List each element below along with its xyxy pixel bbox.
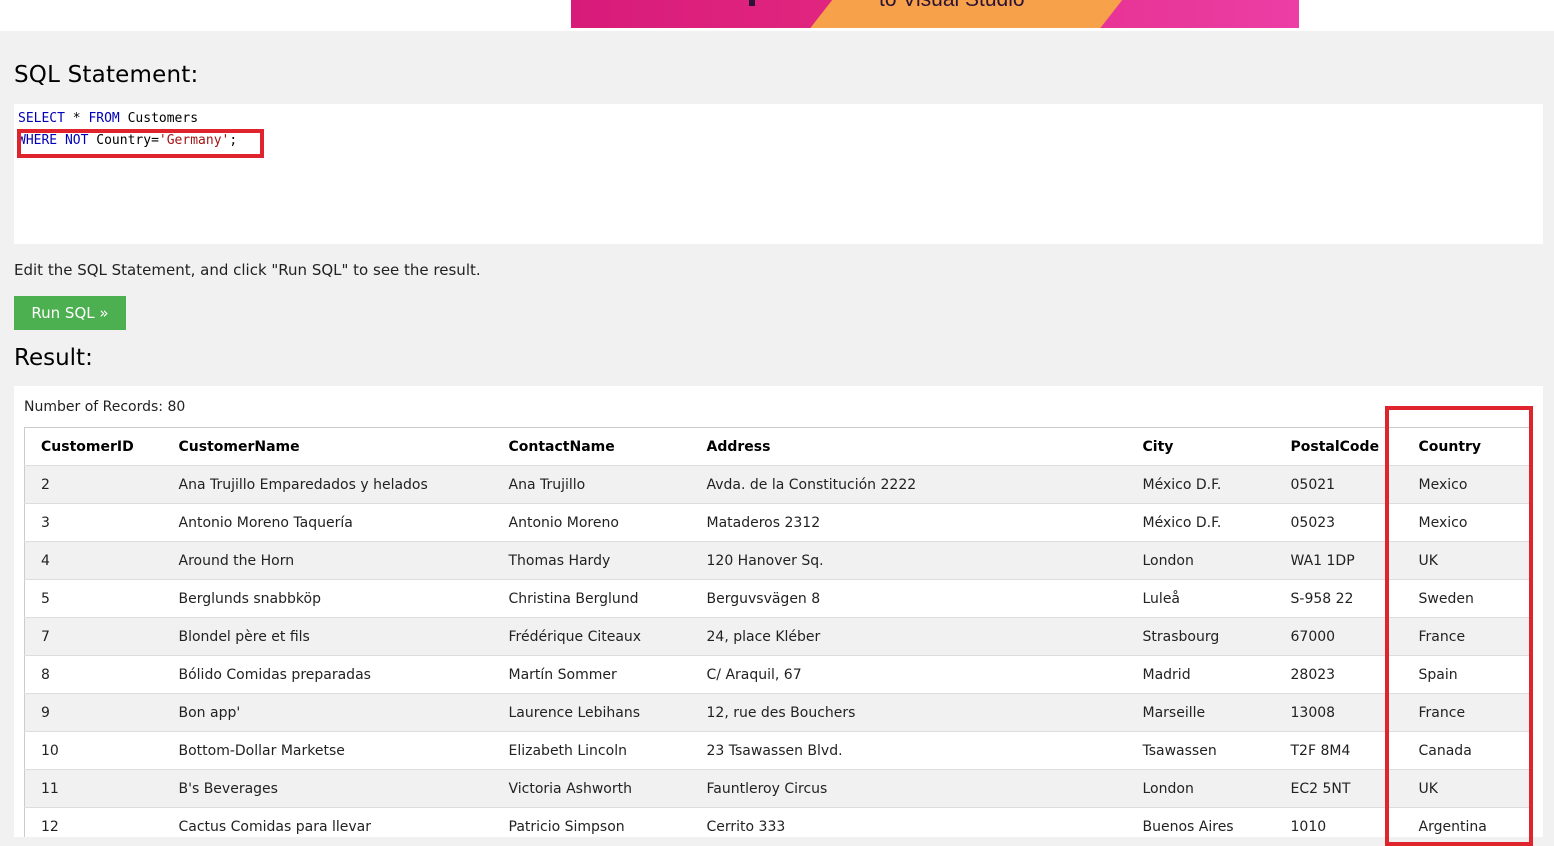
table-cell: Blondel père et fils <box>178 628 310 645</box>
result-table: CustomerID CustomerName ContactName Address… <box>24 427 1530 837</box>
country-column-highlight <box>1385 406 1533 846</box>
table-row: 11 B's Beverages Victoria Ashworth Fauntler… <box>24 769 1530 808</box>
column-header: ContactName <box>508 438 615 455</box>
table-cell: London <box>1142 552 1194 569</box>
table-cell: Ana Trujillo Emparedados y helados <box>178 476 428 493</box>
table-cell: 8 <box>41 666 50 683</box>
sql-editor[interactable]: SELECT * FROM Customers WHERE NOT Countr… <box>14 104 1543 244</box>
table-cell: T2F 8M4 <box>1290 742 1351 759</box>
table-cell: 24, place Kléber <box>706 628 821 645</box>
column-header: City <box>1142 438 1174 455</box>
table-cell: 11 <box>41 780 59 797</box>
table-cell: 12, rue des Bouchers <box>706 704 856 721</box>
table-cell: México D.F. <box>1142 514 1222 531</box>
table-cell: Madrid <box>1142 666 1191 683</box>
table-cell: Tsawassen <box>1142 742 1217 759</box>
table-cell: 05021 <box>1290 476 1336 493</box>
table-cell: 5 <box>41 590 50 607</box>
table-cell: 9 <box>41 704 50 721</box>
sql-statement-heading: SQL Statement: <box>14 62 199 88</box>
ad-banner[interactable]: to Visual Studio <box>571 0 1299 28</box>
table-row: 7 Blondel père et fils Frédérique Citeaux 2… <box>24 617 1530 656</box>
column-header: PostalCode <box>1290 438 1380 455</box>
table-cell: 120 Hanover Sq. <box>706 552 824 569</box>
table-cell: Cactus Comidas para llevar <box>178 818 372 835</box>
table-cell: WA1 1DP <box>1290 552 1355 569</box>
table-cell: 12 <box>41 818 59 835</box>
table-header-row: CustomerID CustomerName ContactName Address… <box>24 428 1530 466</box>
table-cell: México D.F. <box>1142 476 1222 493</box>
table-cell: Around the Horn <box>178 552 295 569</box>
table-cell: Buenos Aires <box>1142 818 1234 835</box>
table-cell: Berguvsvägen 8 <box>706 590 821 607</box>
table-cell: Bottom-Dollar Marketse <box>178 742 345 759</box>
table-cell: 05023 <box>1290 514 1336 531</box>
table-cell: 28023 <box>1290 666 1336 683</box>
table-cell: 13008 <box>1290 704 1336 721</box>
table-cell: Marseille <box>1142 704 1206 721</box>
instruction-text: Edit the SQL Statement, and click "Run S… <box>14 261 481 279</box>
table-cell: EC2 5NT <box>1290 780 1351 797</box>
table-cell: 67000 <box>1290 628 1336 645</box>
table-row: 12 Cactus Comidas para llevar Patricio Sim… <box>24 807 1530 837</box>
sql-text: * <box>64 111 89 126</box>
table-row: 5 Berglunds snabbköp Christina Berglund Ber… <box>24 579 1530 618</box>
table-cell: Mataderos 2312 <box>706 514 821 531</box>
table-cell: Avda. de la Constitución 2222 <box>706 476 917 493</box>
banner-graphic-fragment <box>749 0 755 6</box>
table-cell: 23 Tsawassen Blvd. <box>706 742 843 759</box>
table-cell: 7 <box>41 628 50 645</box>
table-cell: Ana Trujillo <box>508 476 586 493</box>
table-cell: Strasbourg <box>1142 628 1220 645</box>
table-cell: London <box>1142 780 1194 797</box>
table-cell: 10 <box>41 742 59 759</box>
table-cell: 3 <box>41 514 50 531</box>
sql-text: Customers <box>119 111 199 126</box>
table-row: 2 Ana Trujillo Emparedados y helados Ana T… <box>24 465 1530 504</box>
sql-keyword: SELECT <box>18 111 65 126</box>
table-cell: Patricio Simpson <box>508 818 625 835</box>
table-cell: 1010 <box>1290 818 1327 835</box>
table-cell: Thomas Hardy <box>508 552 611 569</box>
table-cell: Laurence Lebihans <box>508 704 641 721</box>
table-cell: B's Beverages <box>178 780 278 797</box>
table-cell: Victoria Ashworth <box>508 780 632 797</box>
table-cell: Martín Sommer <box>508 666 617 683</box>
table-cell: C/ Araquil, 67 <box>706 666 802 683</box>
table-cell: S-958 22 <box>1290 590 1354 607</box>
table-cell: 4 <box>41 552 50 569</box>
table-cell: Cerrito 333 <box>706 818 786 835</box>
table-row: 4 Around the Horn Thomas Hardy 120 Hanover … <box>24 541 1530 580</box>
table-cell: Fauntleroy Circus <box>706 780 828 797</box>
table-cell: Bólido Comidas preparadas <box>178 666 371 683</box>
record-count: Number of Records: 80 <box>24 399 186 415</box>
sql-line-1: SELECT * FROM Customers <box>18 111 198 127</box>
column-header: CustomerName <box>178 438 300 455</box>
table-cell: Bon app' <box>178 704 241 721</box>
sql-keyword: FROM <box>88 111 120 126</box>
table-cell: Elizabeth Lincoln <box>508 742 627 759</box>
table-cell: Frédérique Citeaux <box>508 628 642 645</box>
banner-text: to Visual Studio <box>879 0 1025 12</box>
table-row: 9 Bon app' Laurence Lebihans 12, rue des Bo… <box>24 693 1530 732</box>
table-cell: Antonio Moreno <box>508 514 619 531</box>
table-row: 10 Bottom-Dollar Marketse Elizabeth Lincol… <box>24 731 1530 770</box>
table-cell: 2 <box>41 476 50 493</box>
result-heading: Result: <box>14 345 93 371</box>
table-cell: Luleå <box>1142 590 1181 607</box>
table-row: 3 Antonio Moreno Taquería Antonio Moreno Ma… <box>24 503 1530 542</box>
column-header: CustomerID <box>41 438 134 455</box>
run-sql-button[interactable]: Run SQL » <box>14 296 126 330</box>
table-cell: Christina Berglund <box>508 590 639 607</box>
where-clause-highlight <box>17 129 264 158</box>
table-cell: Antonio Moreno Taquería <box>178 514 353 531</box>
column-header: Address <box>706 438 771 455</box>
table-cell: Berglunds snabbköp <box>178 590 321 607</box>
result-panel: Number of Records: 80 CustomerID Customer… <box>14 386 1543 837</box>
table-row: 8 Bólido Comidas preparadas Martín Sommer C… <box>24 655 1530 694</box>
